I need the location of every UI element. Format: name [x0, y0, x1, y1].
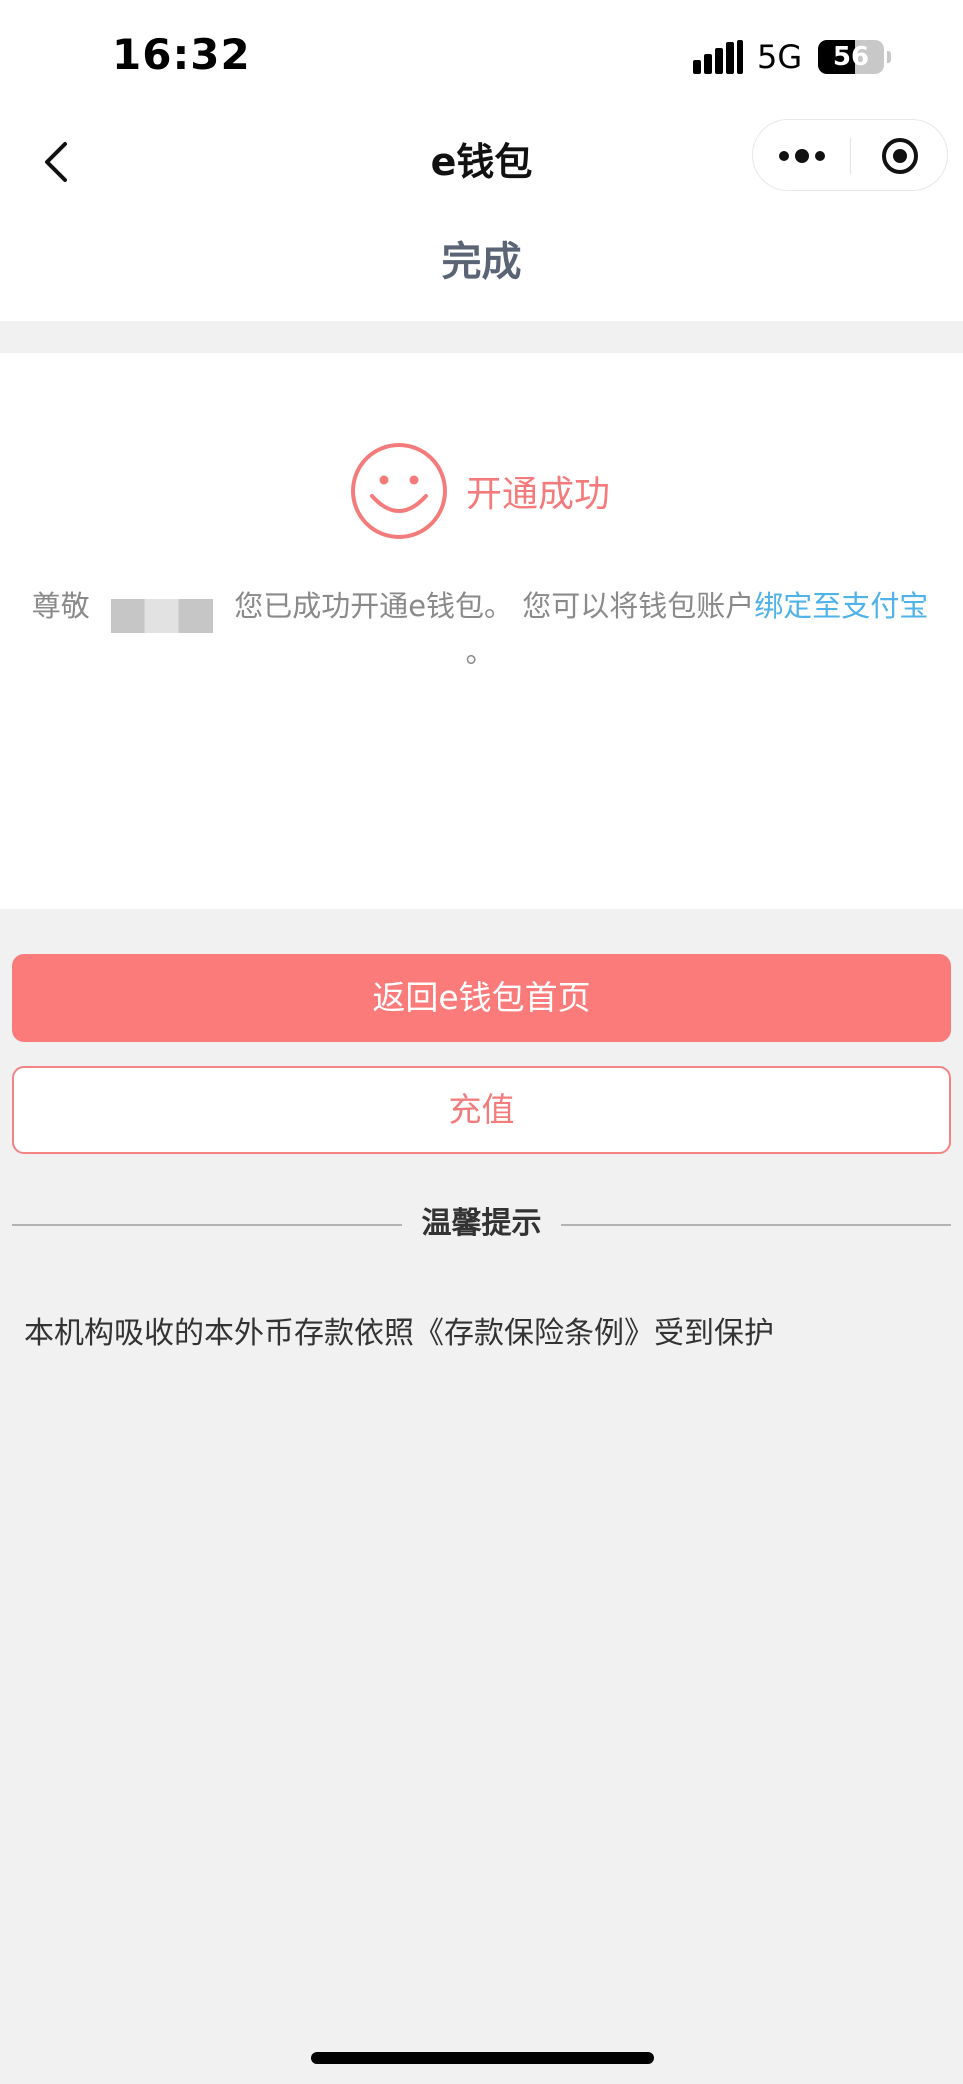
- greeting-text: 尊敬: [31, 589, 90, 623]
- success-message: 尊敬 您已成功开通e钱包。 您可以将钱包账户绑定至支付宝 。: [30, 583, 930, 675]
- success-row: 开通成功: [350, 441, 610, 541]
- signal-icon: [693, 40, 745, 74]
- close-target-icon: [881, 138, 918, 174]
- page-header: 完成: [0, 214, 963, 321]
- tips-title: 温馨提示: [421, 1206, 542, 1241]
- success-status-text: 开通成功: [466, 474, 611, 515]
- battery-level-text: 56: [832, 42, 870, 72]
- more-dots-icon: [778, 149, 825, 163]
- more-button[interactable]: [753, 120, 850, 192]
- message-text: 您已成功开通e钱包。 您可以将钱包账户: [234, 589, 755, 623]
- divider-line-right: [561, 1224, 951, 1226]
- bind-alipay-link[interactable]: 绑定至支付宝: [754, 589, 928, 623]
- nav-bar: e钱包: [0, 110, 963, 214]
- tips-divider: 温馨提示: [12, 1200, 951, 1248]
- capsule-menu: [752, 119, 948, 191]
- masked-user-name: [110, 599, 213, 633]
- recharge-button[interactable]: 充值: [12, 1066, 951, 1154]
- message-end: 。: [465, 635, 495, 669]
- network-type: 5G: [757, 38, 803, 76]
- close-miniprogram-button[interactable]: [851, 120, 948, 192]
- status-bar: 16:32 5G 56: [0, 0, 963, 110]
- tips-text: 本机构吸收的本外币存款依照《存款保险条例》受到保护: [24, 1316, 774, 1351]
- home-indicator[interactable]: [311, 2052, 654, 2064]
- back-button[interactable]: [26, 132, 86, 192]
- status-time: 16:32: [112, 30, 251, 79]
- result-card: 开通成功 尊敬 您已成功开通e钱包。 您可以将钱包账户绑定至支付宝 。: [0, 353, 963, 909]
- back-arrow-icon: [45, 142, 67, 182]
- page-title: 完成: [441, 239, 522, 285]
- battery-tip: [887, 51, 891, 63]
- smiley-face-icon: [351, 443, 447, 539]
- divider-line-left: [12, 1224, 402, 1226]
- return-home-button[interactable]: 返回e钱包首页: [12, 954, 951, 1042]
- battery-icon: 56: [818, 40, 884, 74]
